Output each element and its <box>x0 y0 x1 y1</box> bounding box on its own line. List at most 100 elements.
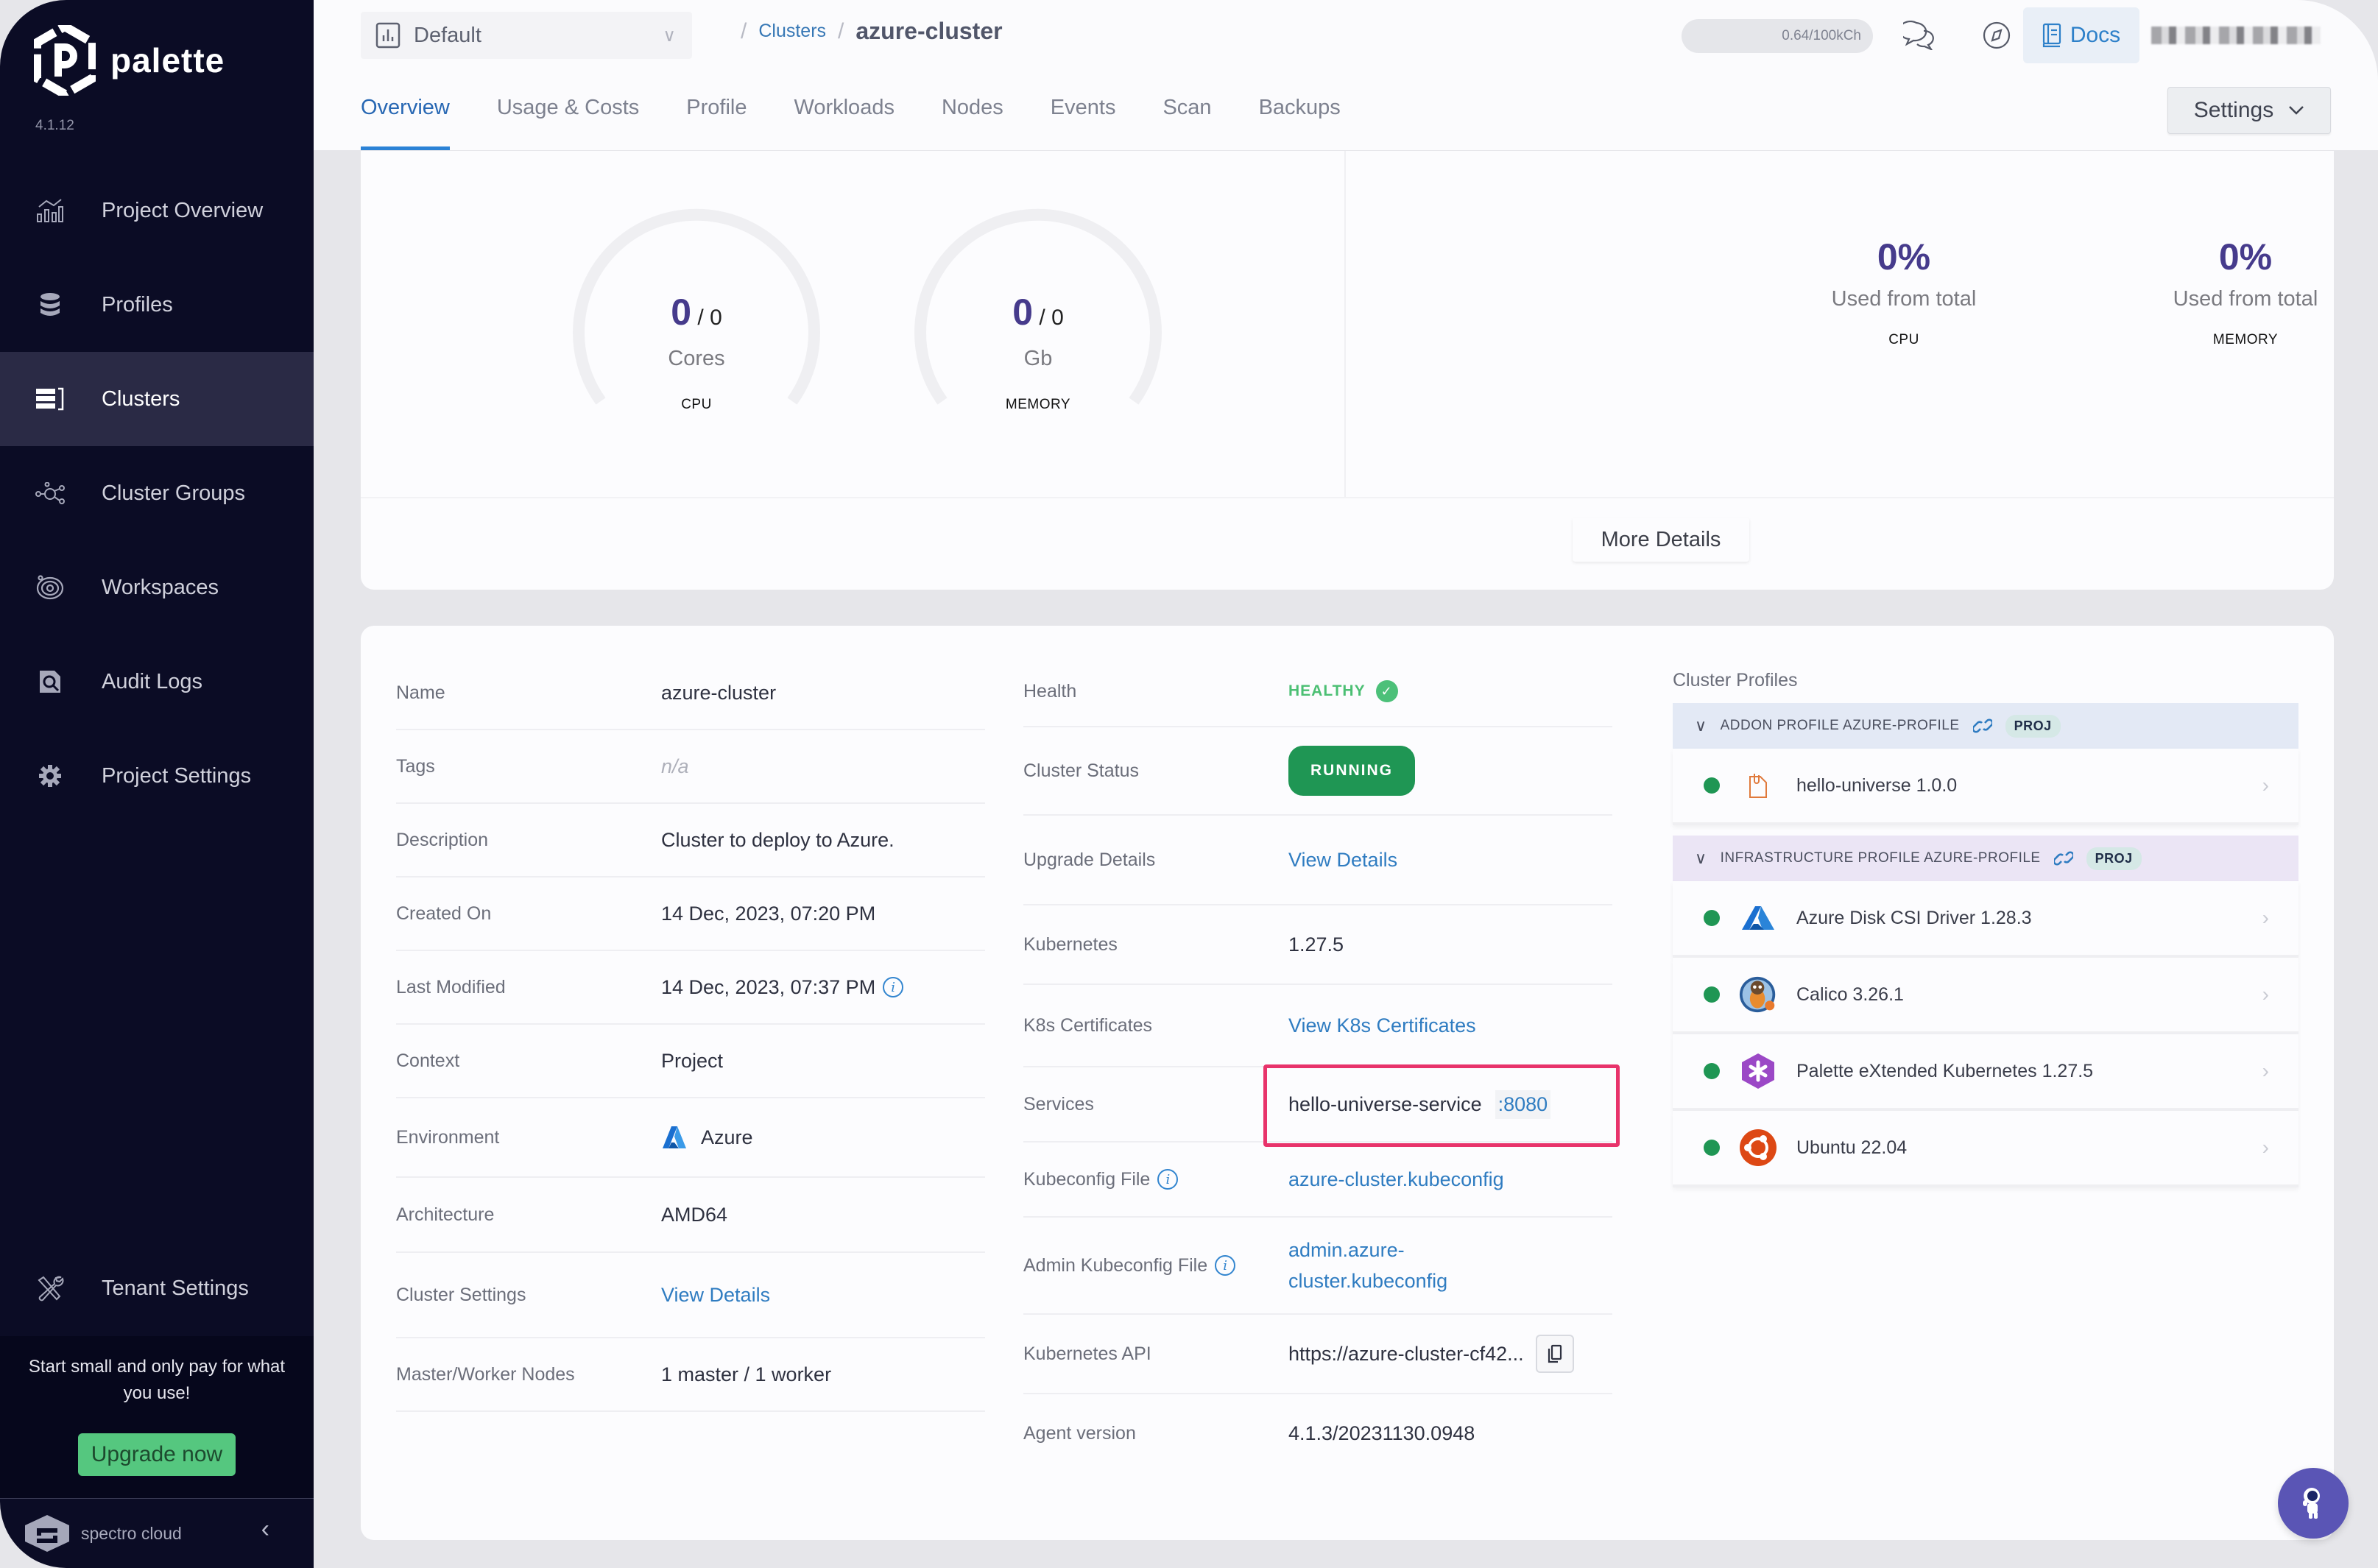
collapse-sidebar-chevron-icon[interactable]: ‹ <box>261 1515 269 1544</box>
tab-usage-costs[interactable]: Usage & Costs <box>497 88 639 150</box>
tab-nodes[interactable]: Nodes <box>942 88 1003 150</box>
chevron-down-icon: ∨ <box>1695 849 1707 867</box>
detail-label: Kubeconfig File i <box>1023 1169 1288 1190</box>
pack-item[interactable]: Palette eXtended Kubernetes 1.27.5 › <box>1673 1034 2298 1111</box>
proj-badge: PROJ <box>2086 847 2142 870</box>
profile-group-header-addon[interactable]: ∨ ADDON PROFILE AZURE-PROFILE PROJ <box>1673 703 2298 749</box>
settings-dropdown-button[interactable]: Settings <box>2167 87 2331 134</box>
book-icon <box>2042 23 2061 48</box>
chevron-right-icon: › <box>2262 774 2269 797</box>
detail-row-admin-kubeconfig: Admin Kubeconfig File i admin.azure-clus… <box>1023 1218 1612 1315</box>
cpu-percent-value: 0% <box>1877 236 1931 278</box>
pack-item[interactable]: Ubuntu 22.04 › <box>1673 1111 2298 1187</box>
info-icon[interactable]: i <box>1157 1169 1179 1190</box>
detail-row-kubernetes-api: Kubernetes API https://azure-cluster-cf4… <box>1023 1315 1612 1394</box>
admin-kubeconfig-label: Admin Kubeconfig File <box>1023 1254 1208 1276</box>
gear-icon <box>35 761 65 791</box>
audit-search-icon <box>35 667 65 696</box>
profile-group-title: INFRASTRUCTURE PROFILE AZURE-PROFILE <box>1720 850 2041 866</box>
tab-backups[interactable]: Backups <box>1259 88 1341 150</box>
more-details-button[interactable]: More Details <box>1573 518 1749 562</box>
status-dot <box>1704 1063 1720 1079</box>
detail-label: Agent version <box>1023 1422 1136 1444</box>
kubeconfig-download-link[interactable]: azure-cluster.kubeconfig <box>1288 1168 1504 1191</box>
info-icon[interactable]: i <box>883 977 904 997</box>
profile-group-header-infrastructure[interactable]: ∨ INFRASTRUCTURE PROFILE AZURE-PROFILE P… <box>1673 836 2298 881</box>
health-value: HEALTHY <box>1288 682 1366 699</box>
cpu-gauge: 0 / 0 Cores CPU <box>571 202 822 467</box>
chevron-down-icon <box>2289 106 2304 115</box>
tab-events[interactable]: Events <box>1051 88 1116 150</box>
detail-label: Context <box>396 1050 460 1071</box>
detail-row-agent-version: Agent version 4.1.3/20231130.0948 <box>1023 1394 1612 1472</box>
help-assistant-button[interactable] <box>2278 1468 2349 1539</box>
chat-icon[interactable] <box>1901 16 1939 54</box>
cluster-settings-view-details-link[interactable]: View Details <box>661 1284 770 1307</box>
sidebar-item-project-settings[interactable]: Project Settings <box>0 729 314 823</box>
tab-workloads[interactable]: Workloads <box>794 88 894 150</box>
cpu-total: 0 <box>710 306 722 330</box>
upgrade-view-details-link[interactable]: View Details <box>1288 849 1397 872</box>
admin-kubeconfig-download-link[interactable]: admin.azure-cluster.kubeconfig <box>1288 1235 1502 1296</box>
tags-value: n/a <box>661 755 689 777</box>
credits-usage-badge[interactable]: 0.64/100kCh <box>1682 19 1873 53</box>
cpu-percent-sub: Used from total <box>1831 287 1977 311</box>
app-frame: palette 4.1.12 Project Overview Profiles <box>0 0 2378 1568</box>
detail-row-health: Health HEALTHY ✓ <box>1023 657 1612 727</box>
description-value: Cluster to deploy to Azure. <box>661 828 895 851</box>
check-circle-icon: ✓ <box>1375 680 1398 702</box>
kubernetes-api-value: https://azure-cluster-cf42... <box>1288 1342 1524 1365</box>
gauge-slash: / <box>1039 306 1052 330</box>
detail-label: Architecture <box>396 1204 495 1225</box>
project-name: Default <box>414 23 481 47</box>
sidebar-item-profiles[interactable]: Profiles <box>0 258 314 352</box>
cluster-profiles-panel: Cluster Profiles ∨ ADDON PROFILE AZURE-P… <box>1673 670 2298 1187</box>
kubeconfig-label: Kubeconfig File <box>1023 1168 1151 1190</box>
memory-gauge-value: 0 / 0 <box>913 291 1163 333</box>
tab-scan[interactable]: Scan <box>1162 88 1211 150</box>
app-version: 4.1.12 <box>35 118 74 133</box>
sidebar-item-project-overview[interactable]: Project Overview <box>0 163 314 258</box>
user-menu-redacted[interactable] <box>2151 27 2321 44</box>
clusters-icon <box>35 384 65 414</box>
copy-button[interactable] <box>1535 1335 1574 1373</box>
cluster-status-badge: RUNNING <box>1288 746 1415 796</box>
sidebar-item-tenant-settings[interactable]: Tenant Settings <box>0 1241 314 1335</box>
sidebar-item-cluster-groups[interactable]: Cluster Groups <box>0 446 314 540</box>
sidebar-item-clusters[interactable]: Clusters <box>0 352 314 446</box>
sidebar-item-label: Workspaces <box>102 575 219 599</box>
detail-row-services: Services hello-universe-service :8080 <box>1023 1064 1620 1147</box>
project-selector[interactable]: Default ∨ <box>361 12 692 59</box>
detail-row-nodes: Master/Worker Nodes 1 master / 1 worker <box>396 1338 985 1412</box>
sidebar-item-audit-logs[interactable]: Audit Logs <box>0 635 314 729</box>
tab-overview[interactable]: Overview <box>361 88 450 150</box>
context-value: Project <box>661 1049 724 1072</box>
view-k8s-certificates-link[interactable]: View K8s Certificates <box>1288 1014 1476 1037</box>
footer-brand: spectro cloud <box>81 1523 182 1543</box>
pack-item[interactable]: Calico 3.26.1 › <box>1673 958 2298 1034</box>
promo-text: Start small and only pay for what you us… <box>28 1357 286 1403</box>
compass-icon[interactable] <box>1977 16 2016 54</box>
info-icon[interactable]: i <box>1215 1255 1236 1276</box>
sidebar-item-workspaces[interactable]: Workspaces <box>0 540 314 635</box>
pack-item[interactable]: Azure Disk CSI Driver 1.28.3 › <box>1673 881 2298 958</box>
palette-logo[interactable]: palette <box>34 25 225 96</box>
memory-percent-value: 0% <box>2218 236 2273 278</box>
cpu-unit: Cores <box>668 347 725 370</box>
tab-profile[interactable]: Profile <box>686 88 747 150</box>
upgrade-now-button[interactable]: Upgrade now <box>77 1433 236 1476</box>
detail-label: Master/Worker Nodes <box>396 1363 575 1385</box>
detail-row-name: Name azure-cluster <box>396 657 985 730</box>
breadcrumb-clusters-link[interactable]: Clusters <box>758 21 826 42</box>
app-name: palette <box>110 41 225 80</box>
pack-name: Calico 3.26.1 <box>1796 983 1904 1005</box>
upgrade-promo: Start small and only pay for what you us… <box>0 1336 314 1498</box>
detail-label: Kubernetes <box>1023 933 1118 955</box>
sidebar-footer: spectro cloud ‹ <box>0 1498 314 1568</box>
usage-summary-card: 0 / 0 Cores CPU 0 / 0 Gb MEMORY 0% Used … <box>361 151 2334 590</box>
docs-button[interactable]: Docs <box>2023 7 2139 63</box>
detail-label: Admin Kubeconfig File i <box>1023 1255 1288 1276</box>
pack-item[interactable]: hello-universe 1.0.0 › <box>1673 749 2298 825</box>
kubernetes-version-value: 1.27.5 <box>1288 933 1344 956</box>
ubuntu-logo-icon <box>1739 1129 1777 1167</box>
